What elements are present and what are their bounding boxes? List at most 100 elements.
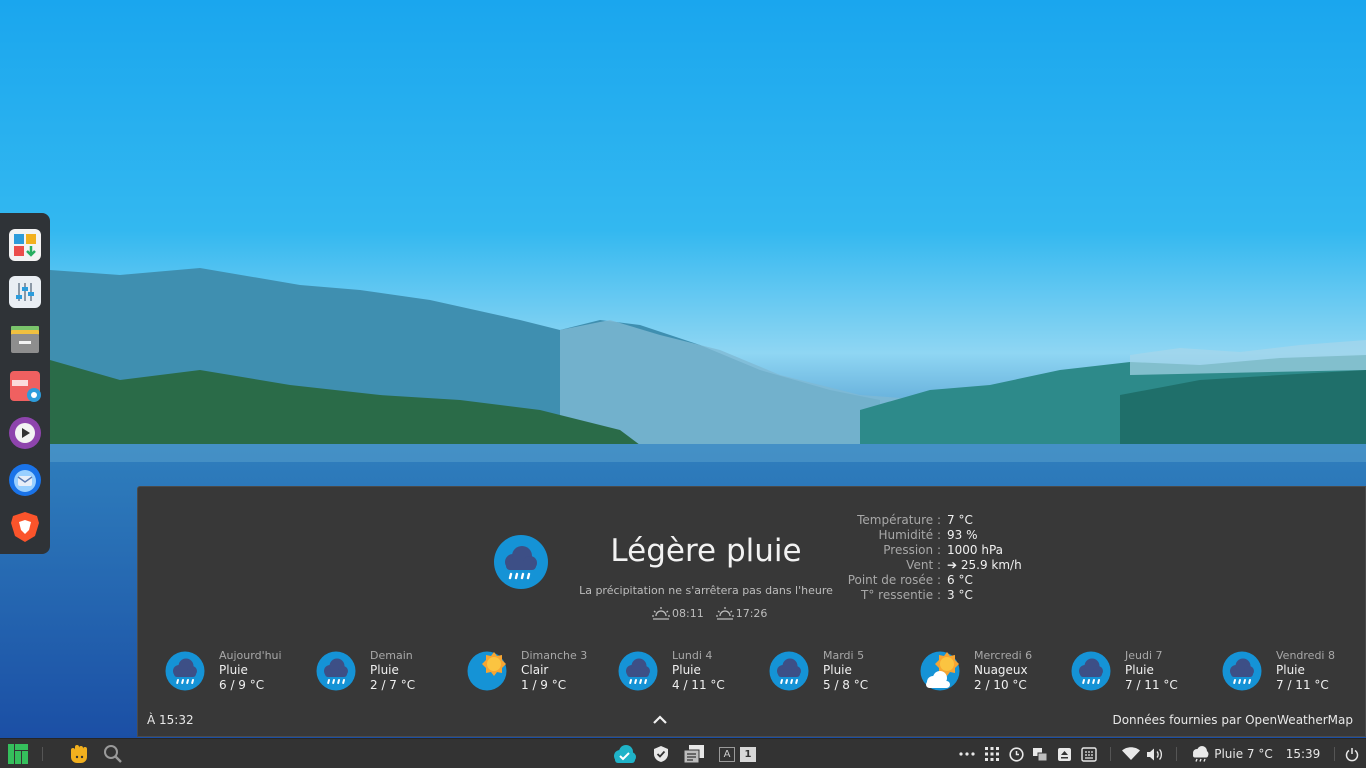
power-button[interactable] [1342, 739, 1362, 768]
forecast-condition: Pluie [370, 663, 399, 677]
detail-row: Vent : ➔ 25.9 km/h [838, 558, 1022, 573]
detail-value: ➔ 25.9 km/h [947, 558, 1022, 572]
forecast-temps: 2 / 10 °C [974, 678, 1027, 692]
windows-button[interactable] [1030, 739, 1050, 768]
sun-times: 08:11 17:26 [652, 606, 767, 620]
detail-label: Température : [857, 513, 941, 527]
settings-manager-icon[interactable] [7, 274, 43, 310]
keyboard-layout-indicator[interactable]: A [718, 739, 736, 768]
forecast-day: Aujourd'hui Pluie 6 / 9 °C [165, 648, 316, 693]
rain-icon [494, 535, 548, 589]
eject-button[interactable] [1054, 739, 1074, 768]
forecast-day: Demain Pluie 2 / 7 °C [316, 648, 467, 693]
sunset: 17:26 [715, 606, 767, 620]
detail-row: Température : 7 °C [838, 513, 1022, 528]
forecast-temps: 5 / 8 °C [823, 678, 869, 692]
keyboard-layout-label: A [719, 746, 735, 762]
screenshot-tool-icon[interactable] [7, 368, 43, 404]
separator [42, 747, 43, 761]
detail-value: 6 °C [947, 573, 973, 587]
rain-icon [165, 651, 205, 691]
windows-icon [1033, 747, 1048, 761]
current-condition: Légère pluie [610, 533, 802, 569]
app-grid-button[interactable] [982, 739, 1002, 768]
sunrise-icon [652, 607, 670, 620]
rain-icon [769, 651, 809, 691]
forecast-temps: 2 / 7 °C [370, 678, 416, 692]
rain-icon [618, 651, 658, 691]
detail-label: Pression : [883, 543, 941, 557]
thunderbird-icon[interactable] [7, 462, 43, 498]
forecast-day: Mardi 5 Pluie 5 / 8 °C [769, 648, 920, 693]
forecast-condition: Pluie [672, 663, 701, 677]
forecast-day-name: Jeudi 7 [1125, 649, 1163, 662]
forecast-day-name: Mardi 5 [823, 649, 865, 662]
forecast-day-name: Vendredi 8 [1276, 649, 1335, 662]
weather-applet[interactable]: Pluie 7 °C [1190, 739, 1274, 768]
wifi-icon [1122, 747, 1140, 760]
forecast-condition: Pluie [219, 663, 248, 677]
rain-icon [316, 651, 356, 691]
app-dock [0, 213, 50, 554]
software-store-icon[interactable] [7, 227, 43, 263]
manjaro-logo-icon [8, 744, 28, 764]
weather-status: Pluie 7 °C [1214, 747, 1273, 761]
app-menu-button[interactable] [4, 739, 32, 768]
sync-button[interactable] [610, 739, 638, 768]
forecast-day-name: Demain [370, 649, 413, 662]
sun-icon [467, 651, 507, 691]
sunset-icon [715, 607, 734, 620]
volume-button[interactable] [1144, 739, 1164, 768]
data-credit[interactable]: Données fournies par OpenWeatherMap [1112, 713, 1353, 727]
separator [1176, 747, 1177, 761]
keyboard-icon [1081, 746, 1097, 762]
detail-row: Humidité : 93 % [838, 528, 1022, 543]
chevron-up-icon[interactable] [650, 711, 670, 727]
search-button[interactable] [100, 739, 126, 768]
clipboard-icon [683, 745, 704, 764]
file-manager-icon[interactable] [7, 321, 43, 357]
forecast-day: Vendredi 8 Pluie 7 / 11 °C [1222, 648, 1366, 693]
detail-row: Point de rosée : 6 °C [838, 573, 1022, 588]
forecast-temps: 7 / 11 °C [1125, 678, 1178, 692]
detail-label: Humidité : [878, 528, 941, 542]
forecast-day-name: Lundi 4 [672, 649, 713, 662]
cloud-check-icon [614, 745, 636, 763]
hand-icon [71, 745, 87, 763]
forecast-condition: Clair [521, 663, 549, 677]
precipitation-summary: La précipitation ne s'arrêtera pas dans … [579, 584, 833, 597]
rain-cloud-icon [1193, 746, 1209, 762]
forecast-condition: Pluie [1125, 663, 1154, 677]
media-player-icon[interactable] [7, 415, 43, 451]
user-app-button[interactable] [66, 739, 92, 768]
workspace-indicator[interactable]: 1 [739, 739, 757, 768]
forecast-day-name: Mercredi 6 [974, 649, 1033, 662]
overflow-button[interactable] [957, 739, 977, 768]
clock-button[interactable]: 15:39 [1282, 739, 1324, 768]
forecast-temps: 1 / 9 °C [521, 678, 567, 692]
weather-details: Température : 7 °C Humidité : 93 % Pressio… [838, 513, 1022, 603]
forecast-temps: 4 / 11 °C [672, 678, 725, 692]
detail-label: Vent : [906, 558, 941, 572]
sunrise: 08:11 [652, 606, 704, 620]
detail-value: 7 °C [947, 513, 973, 527]
search-icon [104, 745, 122, 763]
keyboard-button[interactable] [1078, 739, 1100, 768]
security-button[interactable] [650, 739, 672, 768]
forecast-day-name: Aujourd'hui [219, 649, 282, 662]
forecast-day: Mercredi 6 Nuageux 2 / 10 °C [920, 648, 1071, 693]
network-button[interactable] [1120, 739, 1142, 768]
clipboard-button[interactable] [682, 739, 706, 768]
daily-forecast: Aujourd'hui Pluie 6 / 9 °C Demain Pluie 2 / … [165, 648, 1366, 693]
detail-value: 1000 hPa [947, 543, 1004, 557]
brave-browser-icon[interactable] [7, 509, 43, 545]
power-icon [1345, 747, 1359, 761]
detail-value: 93 % [947, 528, 978, 542]
forecast-day: Dimanche 3 Clair 1 / 9 °C [467, 648, 618, 693]
taskbar: A 1 Pluie 7 °C 15:39 [0, 738, 1366, 768]
weather-popup: Légère pluie La précipitation ne s'arrêt… [137, 486, 1366, 737]
detail-value: 3 °C [947, 588, 973, 602]
clock-applet-button[interactable] [1006, 739, 1026, 768]
detail-label: T° ressentie : [861, 588, 941, 602]
detail-row: Pression : 1000 hPa [838, 543, 1022, 558]
